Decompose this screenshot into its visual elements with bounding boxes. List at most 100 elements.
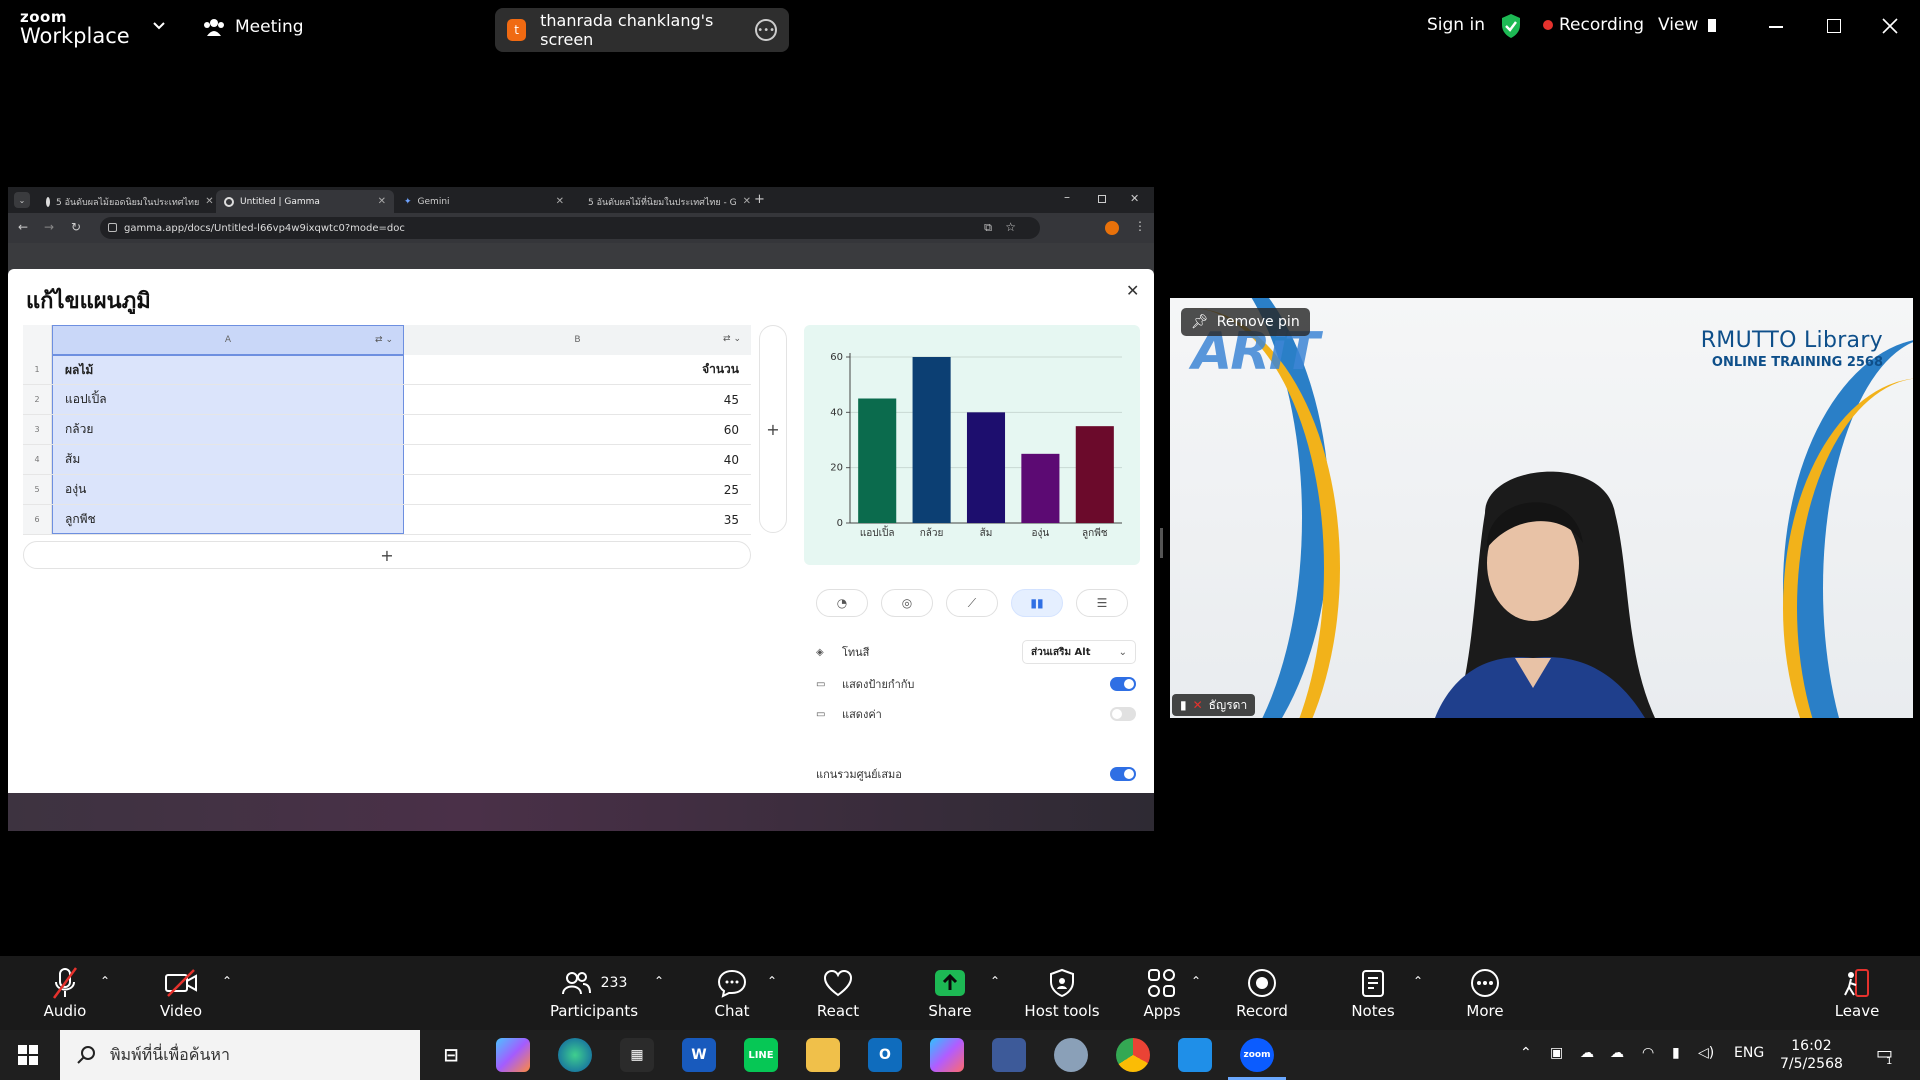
task-view-icon[interactable]: ⊟ [434,1038,468,1072]
more-button[interactable]: More [1430,966,1540,1020]
tray-app-icon[interactable]: ▣ [1550,1045,1563,1061]
more-options-icon[interactable]: ••• [755,19,777,41]
teams-classic-icon[interactable] [992,1038,1026,1072]
notes-button[interactable]: Notes [1318,966,1428,1020]
cell-a[interactable]: ลูกพีช [52,505,404,534]
share-button[interactable]: Share [895,966,1005,1020]
install-icon[interactable]: ⧉ [984,221,992,235]
audio-options-caret-icon[interactable]: ⌃ [100,974,110,988]
participants-caret-icon[interactable]: ⌃ [654,974,664,988]
sign-in-button[interactable]: Sign in [1427,15,1485,35]
tab-close-icon[interactable]: ✕ [556,196,564,207]
file-explorer-icon[interactable] [806,1038,840,1072]
host-tools-button[interactable]: Host tools [1007,966,1117,1020]
notes-caret-icon[interactable]: ⌃ [1413,974,1423,988]
onedrive-icon[interactable]: ☁ [1610,1045,1624,1061]
profile-avatar[interactable] [1105,221,1119,235]
remove-pin-button[interactable]: 📌︎ Remove pin [1181,308,1310,336]
pie-chart-type-icon[interactable]: ◔ [816,589,868,617]
word-app-icon[interactable]: W [682,1038,716,1072]
outlook-app-icon[interactable]: O [868,1038,902,1072]
cell-a[interactable]: ส้ม [52,445,404,474]
leave-button[interactable]: Leave [1802,966,1912,1020]
close-icon[interactable] [1882,18,1898,34]
column-header-a[interactable]: A ⇄ ⌄ [52,325,404,355]
language-indicator[interactable]: ENG [1734,1045,1764,1061]
cell-b[interactable]: 25 [404,475,751,504]
line-app-icon[interactable]: LINE [744,1038,778,1072]
app-icon[interactable] [1054,1038,1088,1072]
tab-close-icon[interactable]: ✕ [205,196,213,207]
forward-icon[interactable]: → [44,220,54,234]
column-header-b[interactable]: B ⇄ ⌄ [404,325,751,355]
meeting-menu[interactable]: Meeting [203,17,304,37]
column-menu-icon[interactable]: ⇄ ⌄ [375,335,393,345]
tab-close-icon[interactable]: ✕ [743,196,750,207]
cell-b[interactable]: จำนวน [404,355,751,384]
window-minimize-icon[interactable]: – [1064,190,1070,204]
horizontal-bar-type-icon[interactable]: ☰ [1076,589,1128,617]
apps-caret-icon[interactable]: ⌃ [1191,974,1201,988]
color-theme-dropdown[interactable]: ส่วนเสริม Alt ⌄ [1022,640,1136,664]
bookmark-star-icon[interactable]: ☆ [1005,220,1016,234]
cell-b[interactable]: 45 [404,385,751,414]
store-app-icon[interactable]: ▦ [620,1038,654,1072]
video-button[interactable]: Video [126,966,236,1020]
axis-zero-toggle[interactable] [1110,767,1136,781]
add-column-button[interactable]: + [759,325,787,533]
cell-b[interactable]: 35 [404,505,751,534]
show-hidden-icons-icon[interactable]: ⌃ [1520,1045,1532,1061]
view-menu[interactable]: View [1658,15,1717,35]
reload-icon[interactable]: ↻ [71,220,81,234]
back-icon[interactable]: ← [18,220,28,234]
cell-a[interactable]: กล้วย [52,415,404,444]
share-caret-icon[interactable]: ⌃ [990,974,1000,988]
column-menu-icon[interactable]: ⇄ ⌄ [723,334,741,344]
line-chart-type-icon[interactable]: ⟋ [946,589,998,617]
cell-b[interactable]: 60 [404,415,751,444]
show-values-toggle[interactable] [1110,707,1136,721]
site-info-icon[interactable] [108,223,117,232]
tab-list-icon[interactable]: ⌄ [14,192,30,208]
chevron-down-icon[interactable] [152,18,166,32]
cell-b[interactable]: 40 [404,445,751,474]
taskbar-search[interactable]: พิมพ์ที่นี่เพื่อค้นหา [60,1030,420,1080]
donut-chart-type-icon[interactable]: ◎ [881,589,933,617]
zoom-app-icon[interactable]: zoom [1240,1038,1274,1072]
react-button[interactable]: React [783,966,893,1020]
minimize-icon[interactable] [1769,26,1783,28]
cell-a[interactable]: ผลไม้ [52,355,404,384]
chat-caret-icon[interactable]: ⌃ [767,974,777,988]
browser-tab-active[interactable]: Untitled | Gamma ✕ [216,190,394,213]
volume-icon[interactable]: ◁) [1698,1045,1714,1061]
recording-indicator[interactable]: Recording [1543,15,1644,35]
photos-app-icon[interactable] [1178,1038,1212,1072]
panel-resize-handle[interactable] [1160,528,1163,558]
browser-tab[interactable]: 5 อันดับผลไม้ที่นิยมในประเทศไทย - G ✕ [574,190,750,213]
m365-app-icon[interactable] [930,1038,964,1072]
cell-a[interactable]: องุ่น [52,475,404,504]
window-restore-icon[interactable] [1098,195,1106,203]
windows-start-icon[interactable] [18,1045,38,1065]
record-button[interactable]: Record [1207,966,1317,1020]
restore-icon[interactable] [1827,19,1841,33]
new-tab-icon[interactable]: + [754,192,765,207]
browser-menu-icon[interactable]: ⋮ [1134,219,1146,233]
participants-button[interactable]: 233 Participants [539,966,649,1020]
show-labels-toggle[interactable] [1110,677,1136,691]
microphone-icon[interactable]: ▮ [1672,1045,1680,1061]
bar-chart-type-icon[interactable]: ▮▮ [1011,589,1063,617]
add-row-button[interactable]: + [23,541,751,569]
screen-share-indicator[interactable]: t thanrada chanklang's screen ••• [495,8,789,52]
browser-tab[interactable]: ✦ Gemini ✕ [396,190,572,213]
copilot-app-icon[interactable] [496,1038,530,1072]
participant-video[interactable]: ARiT 📌︎ Remove pin RMUTTO Library ONLINE… [1170,298,1913,718]
clock[interactable]: 16:02 7/5/2568 [1780,1037,1843,1073]
chrome-app-icon[interactable] [1116,1038,1150,1072]
edge-app-icon[interactable] [558,1038,592,1072]
wifi-icon[interactable]: ◠ [1642,1045,1654,1061]
window-close-icon[interactable]: ✕ [1130,192,1139,205]
browser-tab[interactable]: 5 อันดับผลไม้ยอดนิยมในประเทศไทย ✕ [38,190,214,213]
tab-close-icon[interactable]: ✕ [378,196,386,207]
onedrive-icon[interactable]: ☁ [1580,1045,1594,1061]
